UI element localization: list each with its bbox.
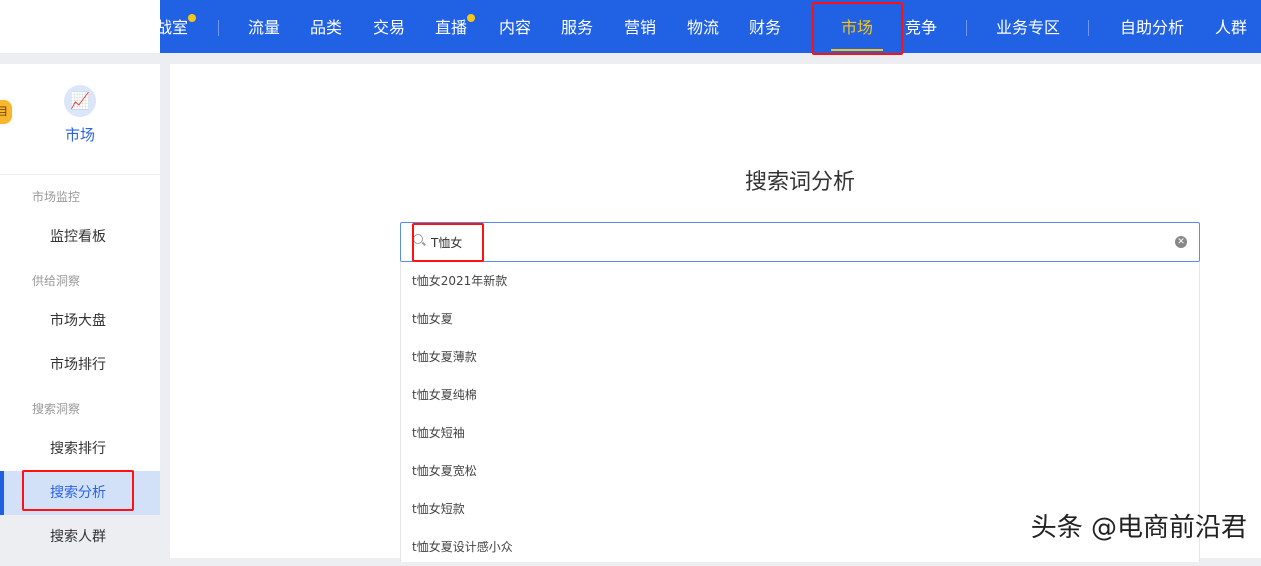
notification-dot <box>467 14 476 22</box>
nav-service[interactable]: 服务 <box>561 0 593 53</box>
sidebar: 目 📈 市场 市场监控 监控看板 供给洞察 市场大盘 市场排行 搜索洞察 搜索排… <box>0 0 160 545</box>
nav-business-zone[interactable]: 业务专区 <box>996 0 1060 53</box>
suggestion-item[interactable]: t恤女夏纯棉 <box>401 376 1199 414</box>
nav-label: 竞争 <box>904 18 938 37</box>
nav-label: 营销 <box>623 18 657 37</box>
nav-competition[interactable]: 竞争 <box>905 0 937 53</box>
nav-trade[interactable]: 交易 <box>373 0 405 53</box>
group-search-insight: 搜索洞察 <box>32 402 81 416</box>
suggestion-item[interactable]: t恤女短袖 <box>401 414 1199 452</box>
watermark: 头条 @电商前沿君 <box>1030 513 1247 543</box>
nav-live[interactable]: 直播 <box>434 0 476 53</box>
sidebar-item-market-overview[interactable]: 市场大盘 <box>0 299 160 343</box>
search-box[interactable]: ✕ <box>400 222 1200 262</box>
sidebar-item-monitor-board[interactable]: 监控看板 <box>0 215 160 259</box>
market-chart-icon: 📈 <box>64 85 96 117</box>
notification-dot <box>188 14 197 22</box>
nav-content[interactable]: 内容 <box>499 0 531 53</box>
suggestion-item[interactable]: t恤女2021年新款 <box>401 262 1199 300</box>
nav-finance[interactable]: 财务 <box>749 0 781 53</box>
group-market-monitor: 市场监控 <box>32 190 81 204</box>
sidebar-item-search-crowd[interactable]: 搜索人群 <box>0 515 160 559</box>
nav-label: 业务专区 <box>995 18 1061 37</box>
top-nav: 首页 实时 作战室 流量 品类 交易 直播 内容 服务 营销 物流 财务 市场 … <box>0 0 1261 53</box>
search-icon <box>413 234 423 244</box>
nav-label: 交易 <box>372 18 406 37</box>
divider <box>1088 20 1089 36</box>
nav-traffic[interactable]: 流量 <box>248 0 280 53</box>
group-supply-insight: 供给洞察 <box>32 274 81 288</box>
nav-label: 流量 <box>247 18 281 37</box>
divider <box>966 20 967 36</box>
clear-icon[interactable]: ✕ <box>1175 236 1187 248</box>
nav-label: 财务 <box>748 18 782 37</box>
divider <box>0 174 160 175</box>
divider <box>218 20 219 36</box>
nav-label: 品类 <box>309 18 343 37</box>
sidebar-item-search-analysis[interactable]: 搜索分析 <box>0 471 160 515</box>
nav-market[interactable]: 市场 <box>830 0 884 53</box>
side-badge[interactable]: 目 <box>0 100 12 124</box>
nav-label: 市场 <box>840 18 874 37</box>
suggestion-item[interactable]: t恤女夏 <box>401 300 1199 338</box>
nav-label: 物流 <box>686 18 720 37</box>
search-input[interactable] <box>431 232 1151 252</box>
page-title: 搜索词分析 <box>744 170 855 195</box>
sidebar-item-search-rank[interactable]: 搜索排行 <box>0 427 160 471</box>
nav-crowd[interactable]: 人群 <box>1215 0 1247 53</box>
nav-label: 服务 <box>560 18 594 37</box>
sidebar-item-market-rank[interactable]: 市场排行 <box>0 343 160 387</box>
nav-label: 内容 <box>498 18 532 37</box>
suggestion-item[interactable]: t恤女夏薄款 <box>401 338 1199 376</box>
module-label: 市场 <box>64 126 95 144</box>
nav-logistics[interactable]: 物流 <box>687 0 719 53</box>
suggestion-item[interactable]: t恤女夏宽松 <box>401 452 1199 490</box>
nav-self-analysis[interactable]: 自助分析 <box>1120 0 1184 53</box>
nav-label: 直播 <box>434 18 468 37</box>
nav-label: 人群 <box>1214 18 1248 37</box>
nav-marketing[interactable]: 营销 <box>624 0 656 53</box>
nav-category[interactable]: 品类 <box>310 0 342 53</box>
nav-label: 自助分析 <box>1119 18 1185 37</box>
